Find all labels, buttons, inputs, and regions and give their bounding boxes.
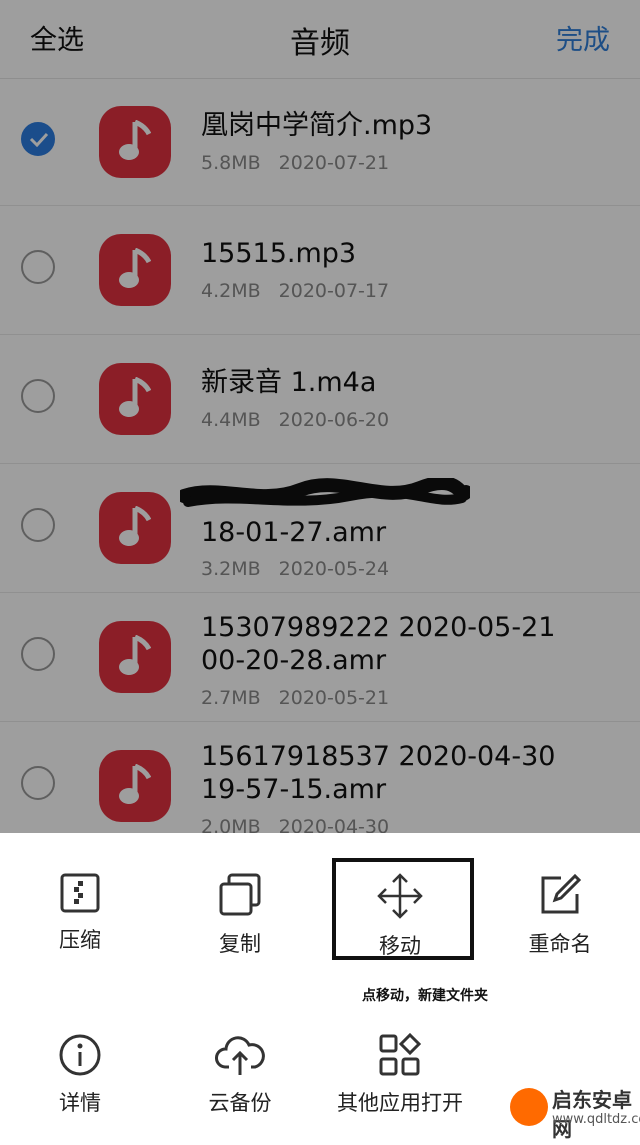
apps-grid-icon [379,1033,422,1076]
instruction-note: 点移动，新建文件夹 [362,988,488,1004]
move-highlight-box [332,858,474,960]
open-with-action[interactable]: 其他应用打开 [320,1033,480,1117]
compress-label: 压缩 [59,928,101,952]
cloud-backup-label: 云备份 [208,1091,272,1115]
rename-action[interactable]: 重命名 [480,872,640,958]
edit-icon [541,873,582,914]
watermark-url: www.qdltdz.com [552,1112,640,1127]
info-icon [59,1034,101,1076]
cloud-upload-icon [215,1036,265,1075]
zip-icon [60,873,100,913]
copy-icon [219,873,261,916]
watermark-logo: 启东安卓网 www.qdltdz.com [510,1080,640,1141]
copy-action[interactable]: 复制 [160,872,320,958]
dim-overlay[interactable] [0,0,640,833]
compress-action[interactable]: 压缩 [0,872,160,954]
rename-label: 重命名 [528,932,592,956]
open-with-label: 其他应用打开 [337,1091,463,1115]
cloud-backup-action[interactable]: 云备份 [160,1033,320,1117]
copy-label: 复制 [219,932,261,956]
details-action[interactable]: 详情 [0,1033,160,1117]
details-label: 详情 [59,1091,101,1115]
watermark-icon [510,1088,548,1126]
